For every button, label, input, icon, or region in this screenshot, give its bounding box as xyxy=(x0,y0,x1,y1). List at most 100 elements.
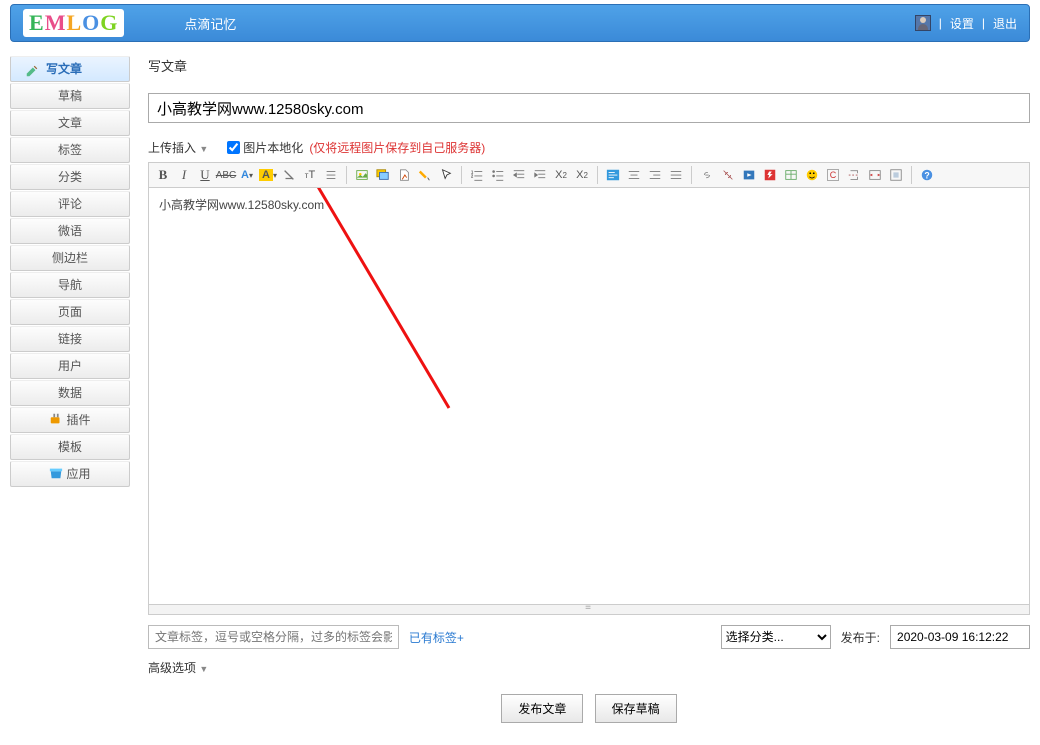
pencil-icon xyxy=(25,62,39,76)
toolbar-link-icon[interactable] xyxy=(697,165,717,185)
sidebar-item-label: 文章 xyxy=(58,116,82,130)
logout-link[interactable]: 退出 xyxy=(993,15,1017,32)
publish-date-label: 发布于: xyxy=(841,629,880,646)
sidebar-item-13[interactable]: 插件 xyxy=(10,407,130,433)
publish-button[interactable]: 发布文章 xyxy=(501,694,583,723)
editor-content-text: 小高教学网www.12580sky.com xyxy=(159,198,324,212)
chevron-down-icon: ▼ xyxy=(199,144,208,154)
sidebar-item-label: 微语 xyxy=(58,224,82,238)
toolbar-separator xyxy=(346,166,347,184)
toolbar-separator xyxy=(461,166,462,184)
sidebar-item-label: 插件 xyxy=(66,413,90,427)
toolbar-flash-icon[interactable] xyxy=(760,165,780,185)
toolbar-pagebreak-icon[interactable] xyxy=(844,165,864,185)
sidebar-item-label: 分类 xyxy=(58,170,82,184)
sidebar-item-9[interactable]: 页面 xyxy=(10,299,130,325)
toolbar-multiimage-icon[interactable] xyxy=(373,165,393,185)
editor-area[interactable]: 小高教学网www.12580sky.com xyxy=(148,187,1030,605)
publish-date-input[interactable] xyxy=(890,625,1030,649)
toolbar-alignright-icon[interactable] xyxy=(645,165,665,185)
toolbar-sup-icon[interactable]: X2 xyxy=(572,165,592,185)
advanced-options-toggle[interactable]: 高级选项 ▼ xyxy=(148,659,1030,676)
toolbar-bold-icon[interactable]: B xyxy=(153,165,173,185)
page-title: 写文章 xyxy=(148,56,1030,75)
toolbar-fullscreen-icon[interactable] xyxy=(886,165,906,185)
toolbar-italic-icon[interactable]: I xyxy=(174,165,194,185)
local-image-checkbox-label[interactable]: 图片本地化 xyxy=(227,139,303,156)
toolbar-separator xyxy=(597,166,598,184)
sidebar-item-label: 用户 xyxy=(58,359,82,373)
category-select[interactable]: 选择分类... xyxy=(721,625,831,649)
svg-text:2: 2 xyxy=(471,174,474,179)
toolbar-removeformat-icon[interactable] xyxy=(279,165,299,185)
sidebar-item-label: 页面 xyxy=(58,305,82,319)
toolbar-image-icon[interactable] xyxy=(352,165,372,185)
sidebar-item-label: 应用 xyxy=(66,467,90,481)
annotation-arrow xyxy=(149,187,499,428)
sidebar: 写文章草稿文章标签分类评论微语侧边栏导航页面链接用户数据插件模板应用 xyxy=(10,56,130,723)
sidebar-item-3[interactable]: 标签 xyxy=(10,137,130,163)
plugin-icon xyxy=(49,410,63,424)
sidebar-item-label: 导航 xyxy=(58,278,82,292)
sidebar-item-12[interactable]: 数据 xyxy=(10,380,130,406)
sidebar-item-1[interactable]: 草稿 xyxy=(10,83,130,109)
toolbar-help-icon[interactable]: ? xyxy=(917,165,937,185)
toolbar-emoji-icon[interactable] xyxy=(802,165,822,185)
sidebar-item-8[interactable]: 导航 xyxy=(10,272,130,298)
post-title-input[interactable] xyxy=(148,93,1030,123)
sidebar-item-label: 评论 xyxy=(58,197,82,211)
toolbar-outdent-icon[interactable] xyxy=(530,165,550,185)
local-image-hint: (仅将远程图片保存到自己服务器) xyxy=(309,139,485,156)
sidebar-item-4[interactable]: 分类 xyxy=(10,164,130,190)
toolbar-ul-icon[interactable] xyxy=(488,165,508,185)
sidebar-item-label: 数据 xyxy=(58,386,82,400)
toolbar-media-icon[interactable] xyxy=(739,165,759,185)
toolbar-fontsize-icon[interactable]: тT xyxy=(300,165,320,185)
toolbar-code-icon[interactable]: C xyxy=(823,165,843,185)
toolbar-alignjustify-icon[interactable] xyxy=(666,165,686,185)
toolbar-source-icon[interactable] xyxy=(865,165,885,185)
local-image-checkbox[interactable] xyxy=(227,141,240,154)
sidebar-item-label: 标签 xyxy=(58,143,82,157)
toolbar-ol-icon[interactable]: 12 xyxy=(467,165,487,185)
sidebar-item-15[interactable]: 应用 xyxy=(10,461,130,487)
svg-text:?: ? xyxy=(924,171,929,181)
toolbar-sub-icon[interactable]: X2 xyxy=(551,165,571,185)
sidebar-item-label: 模板 xyxy=(58,440,82,454)
settings-link[interactable]: 设置 xyxy=(950,15,974,32)
existing-tags-link[interactable]: 已有标签+ xyxy=(409,629,464,646)
toolbar-cursor-icon[interactable] xyxy=(436,165,456,185)
sidebar-item-10[interactable]: 链接 xyxy=(10,326,130,352)
toolbar-indent-icon[interactable] xyxy=(509,165,529,185)
toolbar-backcolor-icon[interactable]: A▾ xyxy=(258,165,278,185)
toolbar-strike-icon[interactable]: ABC xyxy=(216,165,236,185)
sidebar-item-label: 链接 xyxy=(58,332,82,346)
toolbar-underline-icon[interactable]: U xyxy=(195,165,215,185)
sidebar-item-label: 侧边栏 xyxy=(52,251,88,265)
toolbar-separator xyxy=(691,166,692,184)
logo[interactable]: EMLOG xyxy=(23,9,124,37)
save-draft-button[interactable]: 保存草稿 xyxy=(595,694,677,723)
upload-insert-link[interactable]: 上传插入 ▼ xyxy=(148,139,208,156)
main-content: 写文章 上传插入 ▼ 图片本地化 (仅将远程图片保存到自己服务器) BIUABC… xyxy=(148,56,1030,723)
sidebar-item-2[interactable]: 文章 xyxy=(10,110,130,136)
tags-input[interactable] xyxy=(148,625,399,649)
toolbar-aligncenter-icon[interactable] xyxy=(624,165,644,185)
toolbar-table-icon[interactable] xyxy=(781,165,801,185)
sidebar-item-6[interactable]: 微语 xyxy=(10,218,130,244)
resize-handle[interactable]: ≡ xyxy=(148,605,1030,615)
toolbar-lineheight-icon[interactable] xyxy=(321,165,341,185)
toolbar-paint-icon[interactable] xyxy=(415,165,435,185)
sidebar-item-0[interactable]: 写文章 xyxy=(10,56,130,82)
sidebar-item-7[interactable]: 侧边栏 xyxy=(10,245,130,271)
toolbar-alignleft-icon[interactable] xyxy=(603,165,623,185)
toolbar-insertfile-icon[interactable] xyxy=(394,165,414,185)
sidebar-item-11[interactable]: 用户 xyxy=(10,353,130,379)
toolbar-unlink-icon[interactable] xyxy=(718,165,738,185)
sidebar-item-label: 写文章 xyxy=(46,57,82,82)
top-bar: EMLOG 点滴记忆 | 设置 | 退出 xyxy=(10,4,1030,42)
sidebar-item-5[interactable]: 评论 xyxy=(10,191,130,217)
avatar-icon[interactable] xyxy=(915,15,931,31)
sidebar-item-14[interactable]: 模板 xyxy=(10,434,130,460)
toolbar-forecolor-icon[interactable]: A▾ xyxy=(237,165,257,185)
